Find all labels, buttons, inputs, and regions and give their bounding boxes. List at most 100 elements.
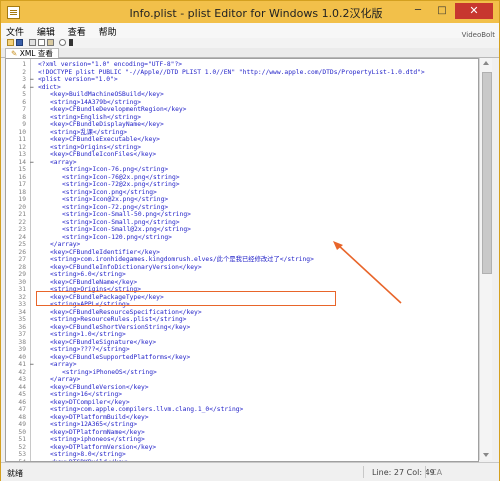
paste-icon[interactable] xyxy=(47,39,54,46)
code-line[interactable]: 36 <key>CFBundleShortVersionString</key> xyxy=(6,324,478,332)
scroll-thumb[interactable] xyxy=(482,72,492,274)
code-text: <string>乱课</string> xyxy=(50,128,128,136)
line-number: 9 xyxy=(22,121,26,128)
code-line[interactable]: 8 <string>English</string> xyxy=(6,114,478,122)
code-line[interactable]: 17 <string>Icon-72@2x.png</string> xyxy=(6,181,478,189)
code-line[interactable]: 47 <string>com.apple.compilers.llvm.clang… xyxy=(6,406,478,414)
code-line[interactable]: 5 <key>BuildMachineOSBuild</key> xyxy=(6,91,478,99)
code-text: <key>CFBundleVersion</key> xyxy=(50,383,149,391)
code-line[interactable]: 2 <!DOCTYPE plist PUBLIC "-//Apple//DTD P… xyxy=(6,69,478,77)
line-number: 34 xyxy=(18,308,26,316)
close-button[interactable]: ✕ xyxy=(455,3,493,19)
status-divider xyxy=(425,466,426,478)
menu-view[interactable]: 查看 xyxy=(63,23,91,38)
line-number: 3 xyxy=(22,76,26,83)
code-line[interactable]: 24 <string>Icon-120.png</string> xyxy=(6,234,478,242)
line-number: 25 xyxy=(18,241,26,248)
code-line[interactable]: 10 <string>乱课</string> xyxy=(6,129,478,137)
code-line[interactable]: 37 <string>1.0</string> xyxy=(6,331,478,339)
line-number: 51 xyxy=(18,436,26,443)
code-line[interactable]: 6 <string>14A379b</string> xyxy=(6,99,478,107)
line-number: 20 xyxy=(18,203,26,211)
maximize-button[interactable]: □ xyxy=(431,3,453,19)
app-window: Info.plist - plist Editor for Windows 1.… xyxy=(0,0,500,481)
find-icon[interactable] xyxy=(59,39,66,46)
save-icon[interactable] xyxy=(16,39,23,46)
code-text: <key>CFBundleIdentifier</key> xyxy=(50,248,160,256)
fold-toggle-icon[interactable]: − xyxy=(30,361,34,369)
menu-file[interactable]: 文件 xyxy=(1,23,29,38)
code-text: <string>12A365</string> xyxy=(50,421,138,428)
fold-toggle-icon[interactable]: − xyxy=(30,159,34,167)
code-text: <string>1.0</string> xyxy=(50,331,126,338)
open-folder-icon[interactable] xyxy=(7,39,14,46)
code-text: <string>Icon-120.png</string> xyxy=(62,233,172,241)
code-line[interactable]: 39 <string>????</string> xyxy=(6,346,478,354)
status-bar: 就绪 Line: 27 Col: 49 CA xyxy=(1,462,499,481)
cut-icon[interactable] xyxy=(29,39,36,46)
menu-edit[interactable]: 编辑 xyxy=(32,23,60,38)
code-line[interactable]: 35 <string>ResourceRules.plist</string> xyxy=(6,316,478,324)
code-line[interactable]: 46 <key>DTCompiler</key> xyxy=(6,399,478,407)
line-number: 28 xyxy=(18,263,26,271)
code-line[interactable]: 16 <string>Icon-76@2x.png</string> xyxy=(6,174,478,182)
code-text: <string>com.ironhidegames.kingdomrush.el… xyxy=(50,256,314,263)
code-line[interactable]: 22 <string>Icon-Small.png</string> xyxy=(6,219,478,227)
code-text: <key>CFBundleSupportedPlatforms</key> xyxy=(50,353,191,361)
line-number: 16 xyxy=(18,173,26,181)
code-line[interactable]: 7 <key>CFBundleDevelopmentRegion</key> xyxy=(6,106,478,114)
code-line[interactable]: 12 <string>Origins</string> xyxy=(6,144,478,152)
line-number: 21 xyxy=(18,211,26,218)
code-text: <key>DTPlatformName</key> xyxy=(50,428,145,436)
code-line[interactable]: 19 <string>Icon@2x.png</string> xyxy=(6,196,478,204)
code-text: </array> xyxy=(50,241,81,248)
code-line[interactable]: 20 <string>Icon-72.png</string> xyxy=(6,204,478,212)
title-bar[interactable]: Info.plist - plist Editor for Windows 1.… xyxy=(1,1,499,23)
scroll-down-icon[interactable] xyxy=(483,453,489,457)
code-line[interactable]: 1 <?xml version="1.0" encoding="UTF-8"?> xyxy=(6,61,478,69)
code-line[interactable]: 9 <key>CFBundleDisplayName</key> xyxy=(6,121,478,129)
copy-icon[interactable] xyxy=(38,39,45,46)
code-line[interactable]: 52 <key>DTPlatformVersion</key> xyxy=(6,444,478,452)
line-number: 4 xyxy=(22,83,26,91)
code-line[interactable]: 38 <key>CFBundleSignature</key> xyxy=(6,339,478,347)
code-text: <string>8.0</string> xyxy=(50,451,126,458)
fold-toggle-icon[interactable]: − xyxy=(30,76,34,84)
code-line[interactable]: 40 <key>CFBundleSupportedPlatforms</key> xyxy=(6,354,478,362)
code-line[interactable]: 51 <string>iphoneos</string> xyxy=(6,436,478,444)
code-line[interactable]: 21 <string>Icon-Small-50.png</string> xyxy=(6,211,478,219)
code-line[interactable]: 4 <dict> − xyxy=(6,84,478,92)
code-line[interactable]: 50 <key>DTPlatformName</key> xyxy=(6,429,478,437)
code-line[interactable]: 3 <plist version="1.0"> − xyxy=(6,76,478,84)
code-line[interactable]: 23 <string>Icon-Small@2x.png</string> xyxy=(6,226,478,234)
menu-help[interactable]: 帮助 xyxy=(94,23,122,38)
code-text: <string>Icon.png</string> xyxy=(62,188,157,196)
scroll-up-icon[interactable] xyxy=(483,61,489,65)
code-text: <string>Icon-Small-50.png</string> xyxy=(62,211,191,218)
code-line[interactable]: 15 <string>Icon-76.png</string> xyxy=(6,166,478,174)
minimize-button[interactable]: ─ xyxy=(407,3,429,19)
line-number: 5 xyxy=(22,91,26,98)
vertical-scrollbar[interactable] xyxy=(479,58,492,460)
code-line[interactable]: 48 <key>DTPlatformBuild</key> xyxy=(6,414,478,422)
code-line[interactable]: 11 <key>CFBundleExecutable</key> xyxy=(6,136,478,144)
line-number: 6 xyxy=(22,98,26,106)
code-line[interactable]: 18 <string>Icon.png</string> xyxy=(6,189,478,197)
help-icon[interactable] xyxy=(69,39,73,46)
tab-xml-view[interactable]: ✎ XML 查看 xyxy=(5,48,59,58)
code-line[interactable]: 45 <string>16</string> xyxy=(6,391,478,399)
line-number: 31 xyxy=(18,286,26,293)
code-line[interactable]: 53 <string>8.0</string> xyxy=(6,451,478,459)
fold-toggle-icon[interactable]: − xyxy=(30,84,34,92)
code-line[interactable]: 13 <key>CFBundleIconFiles</key> xyxy=(6,151,478,159)
code-text: <string>14A379b</string> xyxy=(50,98,141,106)
tab-bar: ✎ XML 查看 xyxy=(1,48,499,58)
code-line[interactable]: 41 <array> − xyxy=(6,361,478,369)
code-line[interactable]: 14 <array> − xyxy=(6,159,478,167)
code-line[interactable]: 42 <string>iPhoneOS</string> xyxy=(6,369,478,377)
line-number: 45 xyxy=(18,391,26,398)
code-line[interactable]: 43 </array> xyxy=(6,376,478,384)
code-line[interactable]: 49 <string>12A365</string> xyxy=(6,421,478,429)
code-line[interactable]: 44 <key>CFBundleVersion</key> xyxy=(6,384,478,392)
code-text: <key>CFBundleDevelopmentRegion</key> xyxy=(50,106,187,113)
